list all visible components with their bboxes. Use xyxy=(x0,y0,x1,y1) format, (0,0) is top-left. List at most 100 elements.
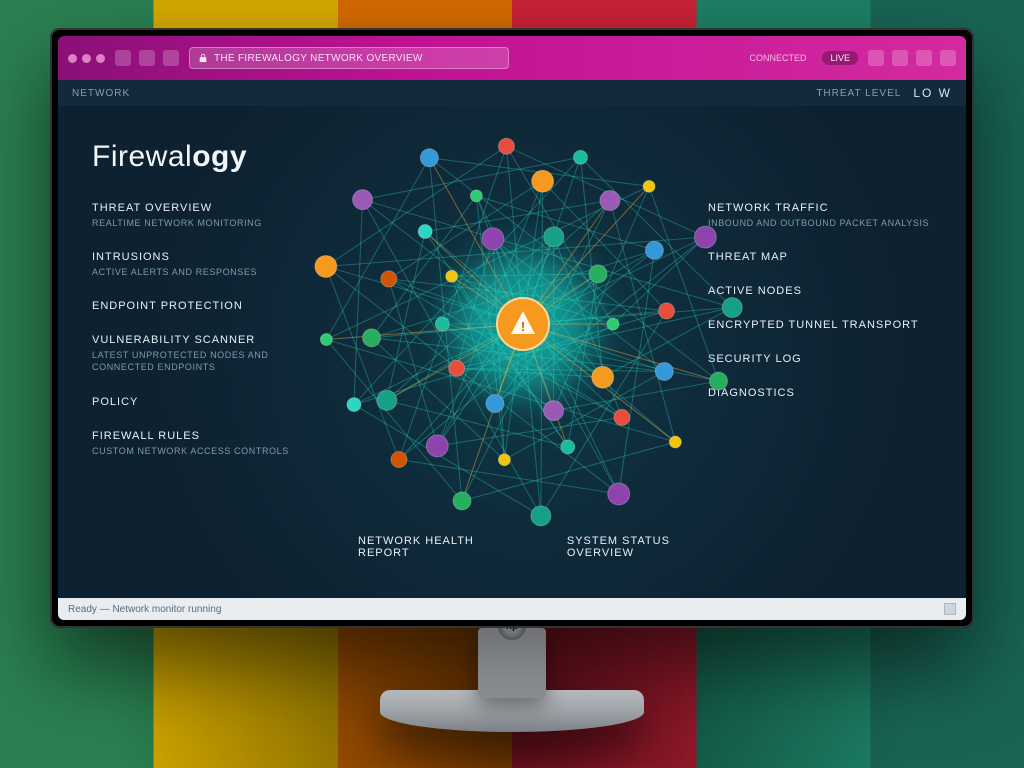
app-brand: Firewalogy xyxy=(92,140,247,174)
network-graph[interactable]: ! xyxy=(308,114,738,544)
graph-node[interactable] xyxy=(420,149,438,167)
graph-node[interactable] xyxy=(710,372,728,390)
label-item[interactable]: DIAGNOSTICS xyxy=(708,387,938,399)
graph-node[interactable] xyxy=(531,506,551,526)
graph-node[interactable] xyxy=(453,492,471,510)
label-title: THREAT MAP xyxy=(708,251,938,263)
label-title: DIAGNOSTICS xyxy=(708,387,938,399)
graph-node[interactable] xyxy=(449,360,465,376)
label-item[interactable]: VULNERABILITY SCANNER LATEST UNPROTECTED … xyxy=(92,334,322,373)
graph-node[interactable] xyxy=(655,362,673,380)
bookmark-icon[interactable] xyxy=(892,50,908,66)
label-title: ENDPOINT PROTECTION xyxy=(92,300,322,312)
graph-node[interactable] xyxy=(592,366,614,388)
graph-node[interactable] xyxy=(426,435,448,457)
graph-node[interactable] xyxy=(320,333,332,345)
label-item[interactable]: FIREWALL RULES CUSTOM NETWORK ACCESS CONT… xyxy=(92,430,322,457)
graph-node[interactable] xyxy=(614,409,630,425)
graph-node[interactable] xyxy=(377,390,397,410)
graph-node[interactable] xyxy=(486,395,504,413)
brand-part-b: ogy xyxy=(192,140,247,173)
label-title: INTRUSIONS xyxy=(92,251,322,263)
label-title: NETWORK TRAFFIC xyxy=(708,202,938,214)
label-title: ACTIVE NODES xyxy=(708,285,938,297)
graph-node[interactable] xyxy=(607,318,619,330)
graph-node[interactable] xyxy=(589,265,607,283)
graph-node[interactable] xyxy=(544,401,564,421)
label-item[interactable]: THREAT MAP xyxy=(708,251,938,263)
graph-node[interactable] xyxy=(544,227,564,247)
label-title: POLICY xyxy=(92,396,322,408)
right-label-list: NETWORK TRAFFICINBOUND AND OUTBOUND PACK… xyxy=(708,202,938,421)
screen: CONNECTED LIVE NETWORK THREAT LEVEL LO W… xyxy=(58,36,966,620)
label-subtitle: CUSTOM NETWORK ACCESS CONTROLS xyxy=(92,445,322,457)
label-item[interactable]: INTRUSIONS ACTIVE ALERTS AND RESPONSES xyxy=(92,251,322,278)
graph-node[interactable] xyxy=(645,241,663,259)
label-title: SECURITY LOG xyxy=(708,353,938,365)
label-item[interactable]: SECURITY LOG xyxy=(708,353,938,365)
status-text: Ready — Network monitor running xyxy=(68,604,221,615)
graph-node[interactable] xyxy=(391,451,407,467)
graph-node[interactable] xyxy=(600,191,620,211)
label-item[interactable]: ENCRYPTED TUNNEL TRANSPORT xyxy=(708,319,938,331)
label-subtitle: LATEST UNPROTECTED NODES AND CONNECTED E… xyxy=(92,349,322,373)
label-title: FIREWALL RULES xyxy=(92,430,322,442)
brand-part-a: Firewal xyxy=(92,140,192,173)
label-item[interactable]: THREAT OVERVIEWREALTIME NETWORK MONITORI… xyxy=(92,202,322,229)
window-max-icon[interactable] xyxy=(96,54,105,63)
graph-node[interactable] xyxy=(669,436,681,448)
graph-node[interactable] xyxy=(446,270,458,282)
nav-back-icon[interactable] xyxy=(115,50,131,66)
left-label-list: THREAT OVERVIEWREALTIME NETWORK MONITORI… xyxy=(92,202,322,479)
graph-node[interactable] xyxy=(363,329,381,347)
monitor-frame: CONNECTED LIVE NETWORK THREAT LEVEL LO W… xyxy=(50,28,974,628)
graph-node[interactable] xyxy=(498,454,510,466)
label-item[interactable]: NETWORK TRAFFICINBOUND AND OUTBOUND PACK… xyxy=(708,202,938,229)
app-header-left: NETWORK xyxy=(72,88,130,99)
address-bar[interactable] xyxy=(189,47,509,69)
status-bar: Ready — Network monitor running xyxy=(58,598,966,620)
graph-node[interactable] xyxy=(353,190,373,210)
graph-node[interactable] xyxy=(659,303,675,319)
graph-node[interactable] xyxy=(498,138,514,154)
graph-node[interactable] xyxy=(418,225,432,239)
graph-node[interactable] xyxy=(643,180,655,192)
toolbar-live-pill: LIVE xyxy=(822,51,858,65)
graph-node[interactable] xyxy=(315,255,337,277)
label-title: VULNERABILITY SCANNER xyxy=(92,334,322,346)
graph-node[interactable] xyxy=(347,398,361,412)
app-header: NETWORK THREAT LEVEL LO W xyxy=(58,80,966,106)
graph-node[interactable] xyxy=(722,298,742,318)
window-controls[interactable] xyxy=(68,54,105,63)
label-item[interactable]: POLICY xyxy=(92,396,322,408)
label-subtitle: ACTIVE ALERTS AND RESPONSES xyxy=(92,266,322,278)
graph-node[interactable] xyxy=(482,228,504,250)
label-item[interactable]: ACTIVE NODES xyxy=(708,285,938,297)
profile-icon[interactable] xyxy=(916,50,932,66)
browser-toolbar: CONNECTED LIVE xyxy=(58,36,966,80)
graph-node[interactable] xyxy=(470,190,482,202)
nav-forward-icon[interactable] xyxy=(139,50,155,66)
address-input[interactable] xyxy=(214,53,500,64)
app-header-right-value: LO W xyxy=(913,86,952,100)
label-item[interactable]: ENDPOINT PROTECTION xyxy=(92,300,322,312)
graph-node[interactable] xyxy=(561,440,575,454)
graph-node[interactable] xyxy=(573,150,587,164)
menu-icon[interactable] xyxy=(940,50,956,66)
graph-node[interactable] xyxy=(435,317,449,331)
extension-icon[interactable] xyxy=(868,50,884,66)
label-title: ENCRYPTED TUNNEL TRANSPORT xyxy=(708,319,938,331)
graph-node[interactable] xyxy=(608,483,630,505)
app-header-right-label: THREAT LEVEL xyxy=(816,88,901,99)
label-subtitle: REALTIME NETWORK MONITORING xyxy=(92,217,322,229)
svg-text:!: ! xyxy=(521,319,525,334)
status-tray-icon[interactable] xyxy=(944,603,956,615)
lock-icon xyxy=(198,53,208,63)
graph-node[interactable] xyxy=(532,170,554,192)
main-canvas: Firewalogy THREAT OVERVIEWREALTIME NETWO… xyxy=(58,106,966,598)
window-close-icon[interactable] xyxy=(68,54,77,63)
nav-reload-icon[interactable] xyxy=(163,50,179,66)
window-min-icon[interactable] xyxy=(82,54,91,63)
graph-node[interactable] xyxy=(694,226,716,248)
graph-node[interactable] xyxy=(381,271,397,287)
